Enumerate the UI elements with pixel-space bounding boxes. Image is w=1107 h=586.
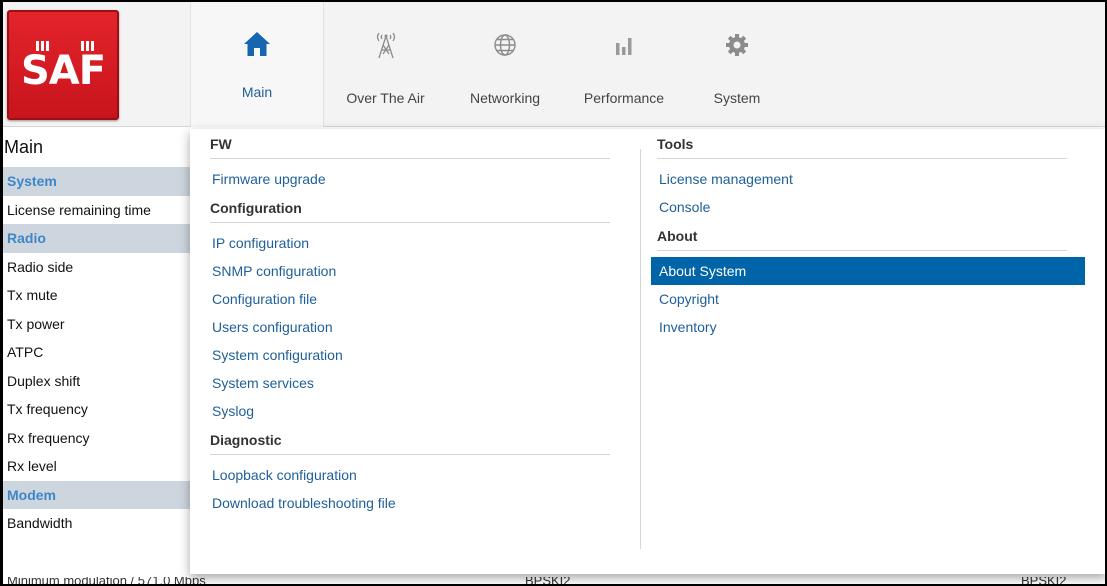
row-radio-side: Radio side (7, 258, 74, 275)
nav-system-label: System (713, 90, 761, 106)
nav-networking[interactable]: Networking (447, 2, 563, 127)
menu-configuration-file[interactable]: Configuration file (210, 285, 620, 313)
row-license-remaining-time: License remaining time (7, 201, 151, 218)
menu-console[interactable]: Console (657, 193, 1077, 221)
nav-main[interactable]: Main (190, 2, 324, 127)
menu-copyright[interactable]: Copyright (657, 285, 1077, 313)
group-diagnostic-title: Diagnostic (210, 425, 610, 455)
group-about-title: About (657, 221, 1067, 251)
group-tools-title: Tools (657, 129, 1067, 159)
nav-over-the-air[interactable]: Over The Air (324, 2, 447, 127)
modulation-value-remote: BPSKI2 (1021, 577, 1067, 586)
menu-users-configuration[interactable]: Users configuration (210, 313, 620, 341)
nav-over-the-air-label: Over The Air (346, 90, 425, 106)
menu-syslog[interactable]: Syslog (210, 397, 620, 425)
panel-title: Main (4, 137, 44, 157)
nav-main-label: Main (241, 84, 273, 100)
nav-networking-label: Networking (469, 90, 541, 106)
menu-firmware-upgrade[interactable]: Firmware upgrade (210, 165, 620, 193)
menu-loopback-configuration[interactable]: Loopback configuration (210, 461, 620, 489)
section-system: System (3, 167, 190, 196)
row-minimum-modulation: Minimum modulation / 571.0 Mbps (7, 577, 206, 586)
group-fw-title: FW (210, 129, 610, 159)
group-configuration-title: Configuration (210, 193, 610, 223)
row-tx-power: Tx power (7, 315, 65, 332)
row-duplex-shift: Duplex shift (7, 372, 81, 389)
top-navigation-bar: SAF Main Over The Air Networking Perform… (3, 2, 1105, 127)
section-modem: Modem (3, 480, 190, 509)
main-dropdown-menu: FW Firmware upgrade Configuration IP con… (190, 129, 1105, 574)
menu-about-system[interactable]: About System (651, 257, 1085, 285)
nav-performance[interactable]: Performance (563, 2, 685, 127)
dropdown-right-column: Tools License management Console About A… (651, 129, 1085, 341)
menu-download-troubleshooting-file[interactable]: Download troubleshooting file (210, 489, 620, 517)
main-nav: Main Over The Air Networking Performance… (190, 2, 789, 127)
home-icon (191, 30, 323, 60)
row-tx-mute: Tx mute (7, 287, 58, 303)
antenna-tower-icon (324, 30, 447, 60)
menu-ip-configuration[interactable]: IP configuration (210, 229, 620, 257)
row-atpc: ATPC (7, 344, 44, 360)
row-rx-frequency: Rx frequency (7, 429, 90, 446)
bar-chart-icon (563, 30, 685, 60)
dropdown-left-column: FW Firmware upgrade Configuration IP con… (210, 129, 620, 517)
app-window: SAF Main Over The Air Networking Perform… (0, 0, 1107, 586)
section-radio: Radio (3, 224, 190, 253)
partially-visible-row: Minimum modulation / 571.0 Mbps BPSKI2 B… (3, 577, 1105, 586)
menu-inventory[interactable]: Inventory (657, 313, 1077, 341)
nav-system[interactable]: System (685, 2, 789, 127)
row-rx-level: Rx level (7, 458, 57, 474)
main-status-panel: Main System License remaining time Radio… (3, 127, 190, 584)
menu-snmp-configuration[interactable]: SNMP configuration (210, 257, 620, 285)
menu-system-configuration[interactable]: System configuration (210, 341, 620, 369)
menu-system-services[interactable]: System services (210, 369, 620, 397)
row-bandwidth: Bandwidth (7, 515, 73, 531)
logo-text: SAF (20, 48, 106, 94)
column-divider (640, 149, 641, 549)
menu-license-management[interactable]: License management (657, 165, 1077, 193)
saf-logo[interactable]: SAF (7, 10, 119, 120)
gear-icon (685, 30, 789, 60)
globe-icon (447, 30, 563, 60)
modulation-value-local: BPSKI2 (525, 577, 571, 586)
row-tx-frequency: Tx frequency (7, 401, 88, 417)
nav-performance-label: Performance (583, 90, 665, 106)
